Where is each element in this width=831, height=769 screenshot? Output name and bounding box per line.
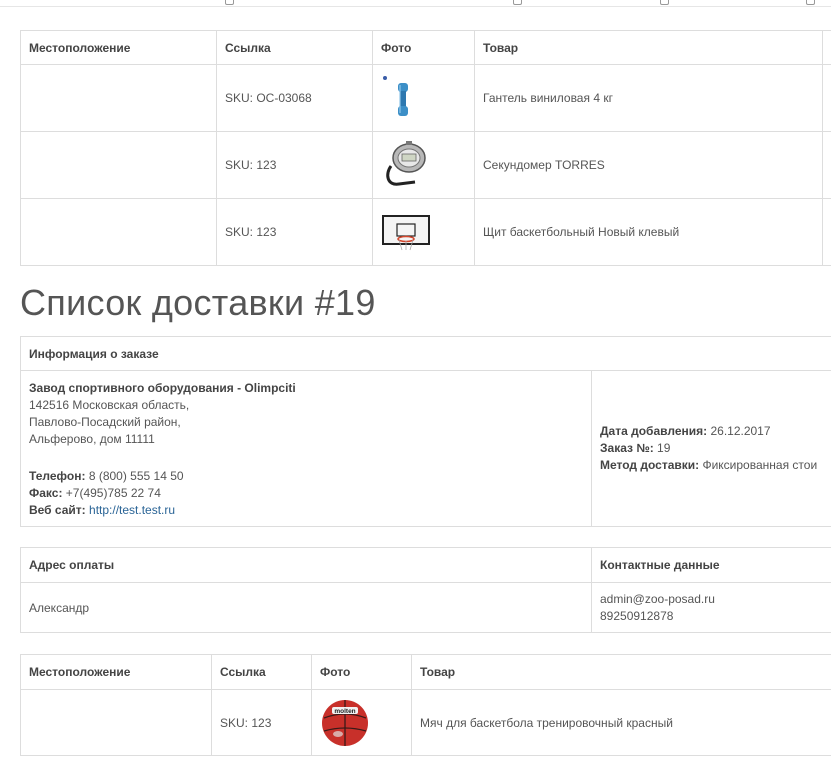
column-header-location: Местоположение <box>20 654 212 690</box>
column-header-product: Товар <box>411 654 831 690</box>
location-cell <box>20 198 217 266</box>
photo-cell: molten <box>311 689 412 756</box>
column-header-link: Ссылка <box>211 654 312 690</box>
payment-contact-table: Адрес оплаты Контактные данные Александр… <box>20 547 831 633</box>
order-number-line: Заказ №: 19 <box>600 440 827 457</box>
sku-cell: SKU: 123 <box>216 131 373 199</box>
phone-value: 8 (800) 555 14 50 <box>88 469 184 483</box>
photo-cell <box>372 198 475 266</box>
order-date-value: 26.12.2017 <box>710 424 771 438</box>
order-number-label: Заказ №: <box>600 441 654 455</box>
shipping-method-label: Метод доставки: <box>600 458 700 472</box>
column-header-link: Ссылка <box>216 30 373 65</box>
contact-cell: admin@zoo-posad.ru 89250912878 <box>591 582 831 633</box>
sku-cell: SKU: 123 <box>216 198 373 266</box>
basketball-backboard-image[interactable] <box>381 212 433 252</box>
top-edge-icon <box>660 0 669 5</box>
phone-label: Телефон: <box>29 469 86 483</box>
fax-value: +7(495)785 22 74 <box>65 486 161 500</box>
address-line: Альферово, дом 11111 <box>29 432 155 446</box>
order-date-label: Дата добавления: <box>600 424 708 438</box>
table-header-row: Местоположение Ссылка Фото Товар <box>20 30 831 65</box>
website-label: Веб сайт: <box>29 503 86 517</box>
order-info-table: Информация о заказе Завод спортивного об… <box>20 336 831 527</box>
shipping-method-line: Метод доставки: Фиксированная стои <box>600 457 827 474</box>
sku-cell: SKU: OC-03068 <box>216 64 373 132</box>
contact-phone: 89250912878 <box>600 608 674 623</box>
contact-email: admin@zoo-posad.ru <box>600 591 715 606</box>
website-link[interactable]: http://test.test.ru <box>89 503 175 517</box>
address-line: 142516 Московская область, <box>29 398 190 412</box>
address-line: Павлово-Посадский район, <box>29 415 181 429</box>
table-header-row: Информация о заказе <box>20 336 831 371</box>
column-header-location: Местоположение <box>20 30 217 65</box>
phone-line: Телефон: 8 (800) 555 14 50 <box>29 468 583 485</box>
stopwatch-image[interactable] <box>381 138 436 193</box>
top-edge-icon <box>513 0 522 5</box>
shipping-method-value: Фиксированная стои <box>702 458 818 472</box>
order-number-value: 19 <box>657 441 671 455</box>
products-table-2: Местоположение Ссылка Фото Товар SKU: 12… <box>20 654 831 756</box>
dumbbell-image[interactable] <box>381 73 431 123</box>
table-row: SKU: OC-03068 Гантель виниловая 4 кг <box>20 64 831 132</box>
location-cell <box>20 689 212 756</box>
column-header-photo: Фото <box>372 30 475 65</box>
product-name-cell: Мяч для баскетбола тренировочный красный <box>411 689 831 756</box>
website-line: Веб сайт: http://test.test.ru <box>29 502 583 519</box>
fax-label: Факс: <box>29 486 63 500</box>
table-row: SKU: 123 Щит баскетбольный Новый клевый <box>20 198 831 266</box>
top-edge-icon <box>225 0 234 5</box>
ball-brand-text: molten <box>334 708 355 715</box>
order-info-header: Информация о заказе <box>20 336 831 371</box>
sku-cell: SKU: 123 <box>211 689 312 756</box>
table-row: SKU: 123 molten Мяч для баскетбола трени… <box>20 689 831 756</box>
order-date-line: Дата добавления: 26.12.2017 <box>600 423 827 440</box>
company-cell: Завод спортивного оборудования - Olimpci… <box>20 370 592 527</box>
contact-data-header: Контактные данные <box>591 547 831 583</box>
location-cell <box>20 131 217 199</box>
product-name-cell: Секундомер TORRES <box>474 131 823 199</box>
table-row: SKU: 123 Секундомер TORRES <box>20 131 831 199</box>
photo-cell <box>372 64 475 132</box>
company-name: Завод спортивного оборудования - Olimpci… <box>29 381 296 395</box>
table-header-row: Адрес оплаты Контактные данные <box>20 547 831 583</box>
payment-contact-row: Александр admin@zoo-posad.ru 89250912878 <box>20 582 831 633</box>
photo-cell <box>372 131 475 199</box>
page-title: Список доставки #19 <box>20 282 376 323</box>
page-top-edge <box>0 0 831 7</box>
payment-address-header: Адрес оплаты <box>20 547 592 583</box>
column-header-photo: Фото <box>311 654 412 690</box>
payment-name-cell: Александр <box>20 582 592 633</box>
table-header-row: Местоположение Ссылка Фото Товар <box>20 654 831 690</box>
fax-line: Факс: +7(495)785 22 74 <box>29 485 583 502</box>
order-details-cell: Дата добавления: 26.12.2017 Заказ №: 19 … <box>591 370 831 527</box>
products-table-1: Местоположение Ссылка Фото Товар SKU: OC… <box>20 30 831 266</box>
column-header-product: Товар <box>474 30 823 65</box>
order-info-row: Завод спортивного оборудования - Olimpci… <box>20 370 831 527</box>
basketball-image[interactable]: molten <box>320 698 370 748</box>
top-edge-icon <box>806 0 815 5</box>
product-name-cell: Гантель виниловая 4 кг <box>474 64 823 132</box>
location-cell <box>20 64 217 132</box>
product-name-cell: Щит баскетбольный Новый клевый <box>474 198 823 266</box>
